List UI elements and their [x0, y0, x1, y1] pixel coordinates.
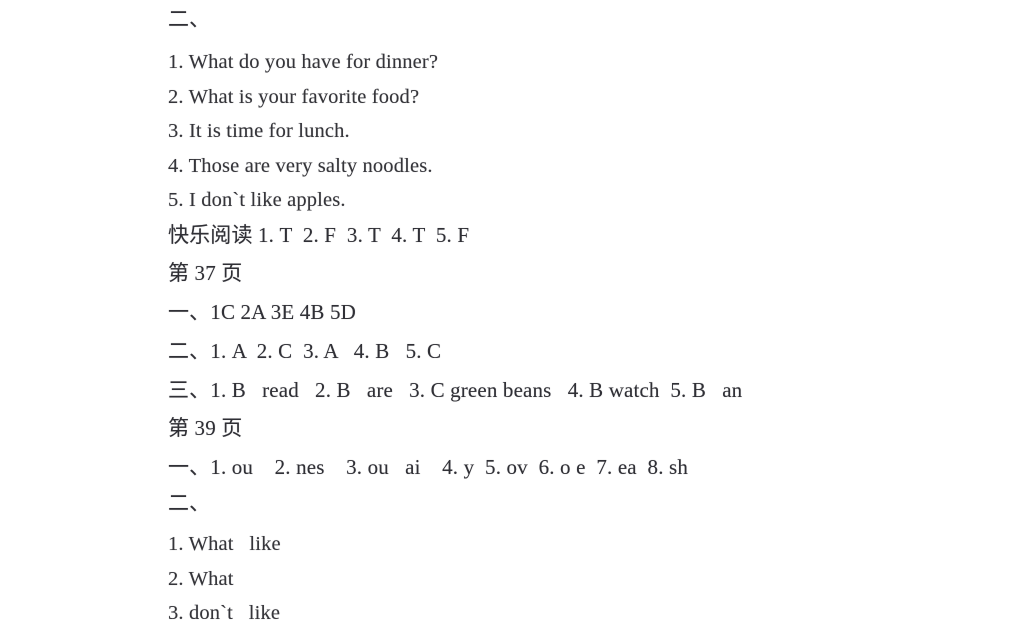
page-37-heading: 第 37 页 [168, 261, 243, 285]
section-two-marker-top: 二、 [168, 7, 211, 31]
p37-section-three: 三、1. B read 2. B are 3. C green beans 4.… [168, 378, 743, 402]
p39-q3-dont-like: 3. don`t like [168, 602, 281, 624]
p39-section-two-marker: 二、 [168, 491, 211, 515]
q4-salty-noodles: 4. Those are very salty noodles. [168, 155, 433, 177]
p37-section-two: 二、1. A 2. C 3. A 4. B 5. C [168, 339, 442, 363]
page-39-heading: 第 39 页 [168, 416, 243, 440]
q5-dont-like-apples: 5. I don`t like apples. [168, 189, 346, 211]
q2-favorite-food: 2. What is your favorite food? [168, 86, 420, 108]
q3-time-for-lunch: 3. It is time for lunch. [168, 120, 350, 142]
p39-section-one: 一、1. ou 2. nes 3. ou ai 4. y 5. ov 6. o … [168, 455, 688, 479]
p37-section-one: 一、1C 2A 3E 4B 5D [168, 300, 356, 324]
happy-reading-answers: 快乐阅读 1. T 2. F 3. T 4. T 5. F [168, 223, 470, 247]
p39-q2-what: 2. What [168, 568, 234, 590]
q1-dinner: 1. What do you have for dinner? [168, 51, 439, 73]
scanned-answer-key-page: 二、 1. What do you have for dinner? 2. What… [0, 0, 1024, 624]
p39-q1-what-like: 1. What like [168, 533, 281, 555]
